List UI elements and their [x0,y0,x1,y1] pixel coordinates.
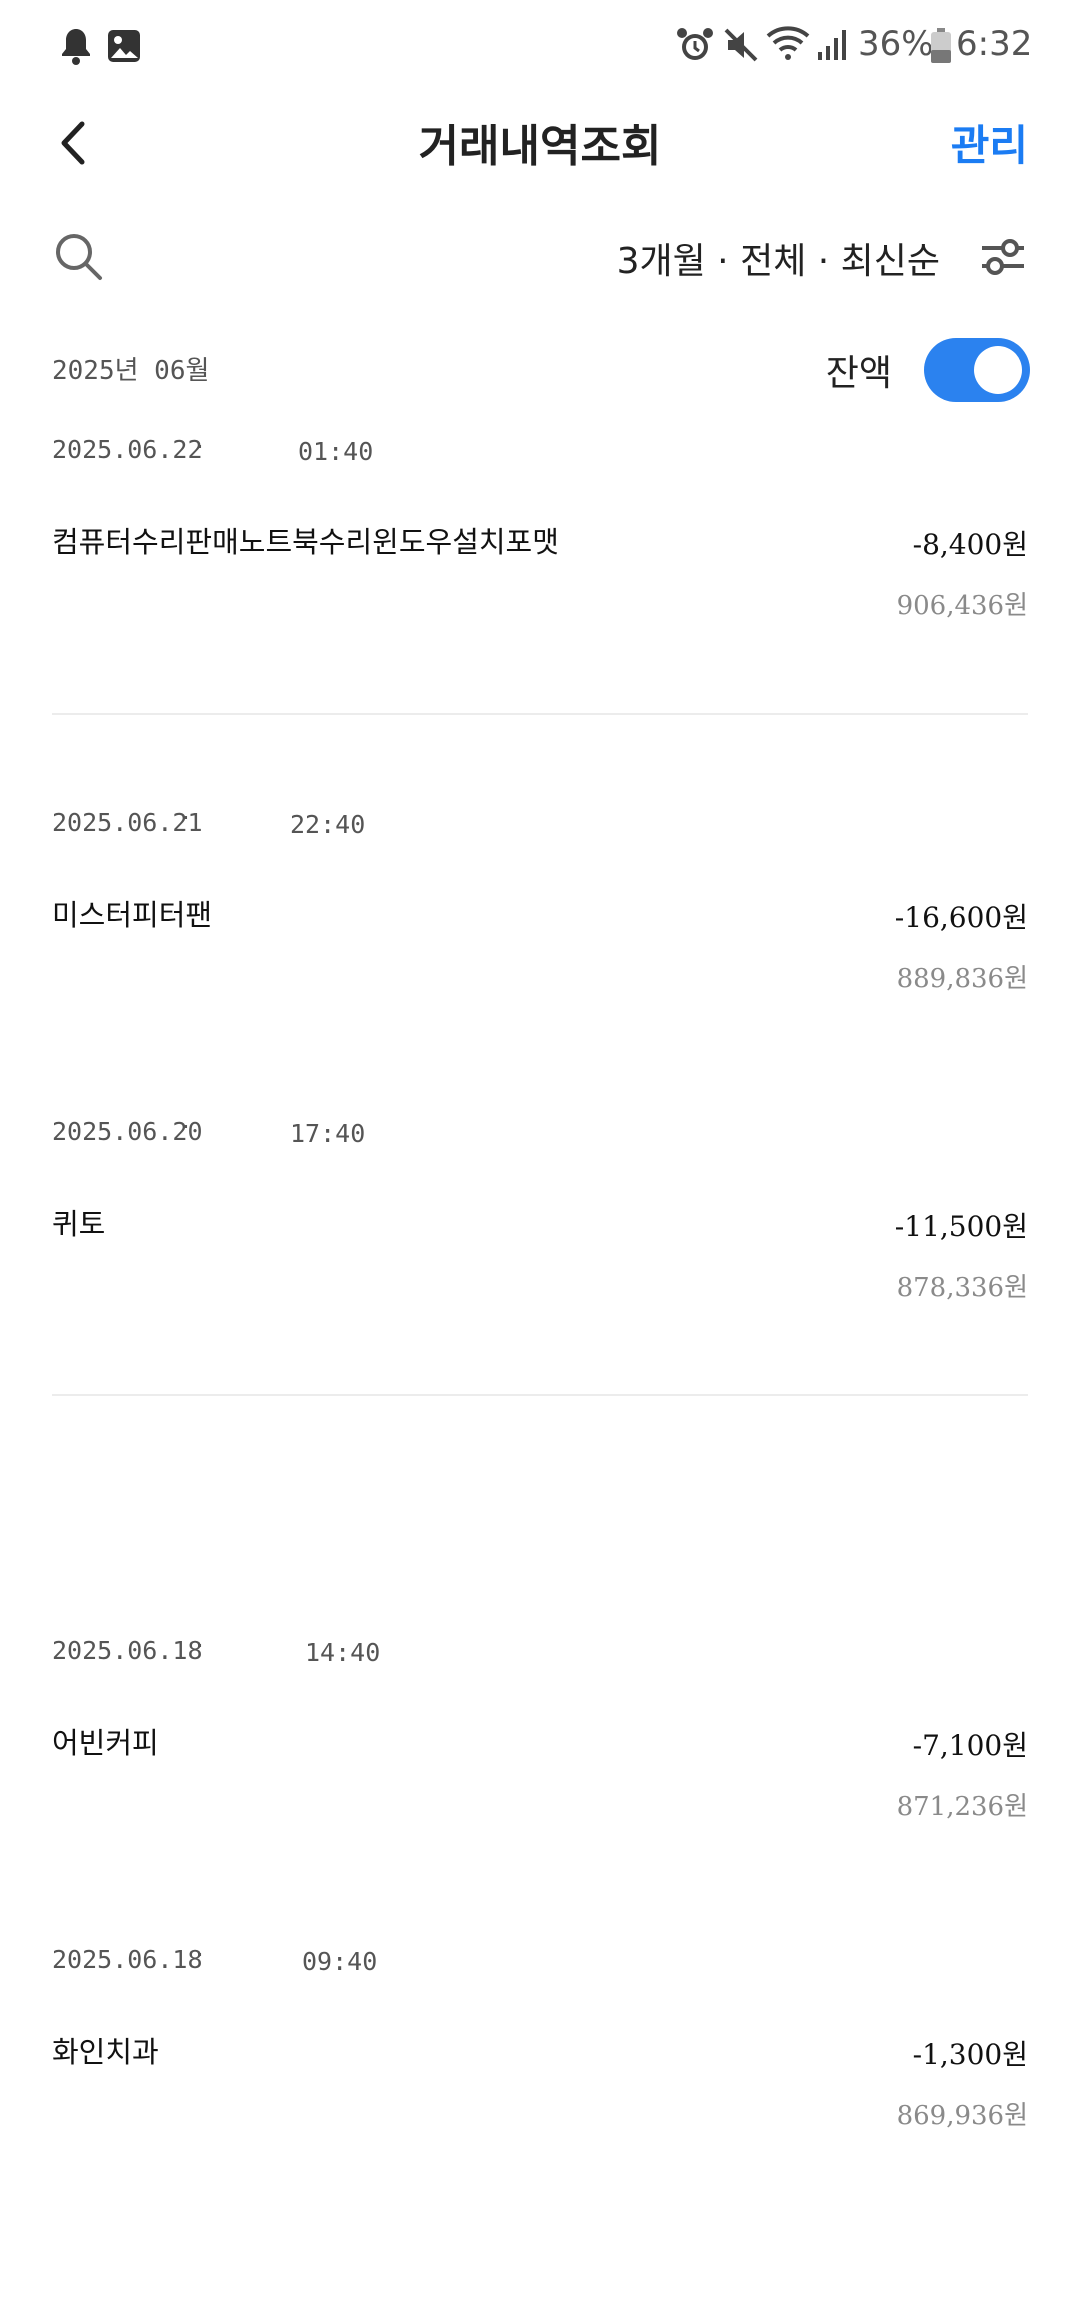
battery-icon [930,28,952,64]
toggle-knob [974,346,1022,394]
bell-icon [58,26,94,66]
sliders-icon [982,239,1024,275]
transaction-time: 09:40 [302,1947,378,1976]
mute-icon [722,26,760,64]
transaction-time: 17:40 [290,1119,366,1148]
month-header: 2025년 06월 [52,356,210,386]
balance-after: 906,436원 [896,591,1028,621]
battery-percent: 36% [858,24,934,64]
page-title: 거래내역조회 [418,121,662,172]
divider [52,1394,1028,1396]
separator-dot: · [196,1632,204,1660]
transaction-time: 14:40 [305,1638,381,1667]
filter-button[interactable] [978,234,1028,280]
search-icon [56,234,102,280]
alarm-icon [676,26,714,64]
wifi-icon [766,24,810,64]
separator-dot: · [182,804,190,832]
filter-summary[interactable]: 3개월 · 전체 · 최신순 [617,232,940,284]
status-bar: 36% 6:32 [0,0,1080,90]
balance-after: 871,236원 [896,1792,1028,1822]
merchant-name: 화인치과 [52,2035,159,2069]
separator-dot: · [196,1941,204,1969]
balance-after: 889,836원 [896,964,1028,994]
divider [52,713,1028,715]
transaction-item[interactable]: 2025.06.22 · 01:40 컴퓨터수리판매노트북수리윈도우설치포맷 -… [0,433,1080,621]
transaction-date: 2025.06.18 [52,1636,203,1665]
image-icon [106,28,142,64]
transaction-amount: -8,400원 [912,528,1028,561]
manage-button[interactable]: 관리 [951,112,1028,173]
balance-toggle[interactable] [924,338,1030,402]
transaction-amount: -11,500원 [894,1210,1028,1243]
merchant-name: 미스터피터팬 [52,898,213,932]
transaction-date: 2025.06.22 [52,435,203,464]
clock: 6:32 [956,24,1033,64]
transaction-amount: -16,600원 [894,901,1028,934]
separator-dot: · [196,433,204,461]
signal-icon [816,28,850,62]
transaction-date: 2025.06.18 [52,1945,203,1974]
transaction-date: 2025.06.20 [52,1117,203,1146]
balance-toggle-label: 잔액 [825,353,892,394]
balance-after: 869,936원 [896,2101,1028,2131]
search-button[interactable] [52,230,104,282]
separator-dot: · [182,1113,190,1141]
transaction-time: 01:40 [298,437,374,466]
merchant-name: 어빈커피 [52,1726,159,1760]
transaction-item[interactable]: 2025.06.18 · 09:40 화인치과 -1,300원 869,936원 [0,1941,1080,2131]
merchant-name: 퀴토 [52,1207,106,1241]
balance-after: 878,336원 [896,1273,1028,1303]
transaction-time: 22:40 [290,810,366,839]
merchant-name: 컴퓨터수리판매노트북수리윈도우설치포맷 [52,525,559,559]
transaction-item[interactable]: 2025.06.21 · 22:40 미스터피터팬 -16,600원 889,8… [0,804,1080,994]
transaction-item[interactable]: 2025.06.18 · 14:40 어빈커피 -7,100원 871,236원 [0,1632,1080,1822]
transaction-date: 2025.06.21 [52,808,203,837]
transaction-amount: -1,300원 [912,2038,1028,2071]
transaction-item[interactable]: 2025.06.20 · 17:40 퀴토 -11,500원 878,336원 [0,1113,1080,1303]
transaction-amount: -7,100원 [912,1729,1028,1762]
